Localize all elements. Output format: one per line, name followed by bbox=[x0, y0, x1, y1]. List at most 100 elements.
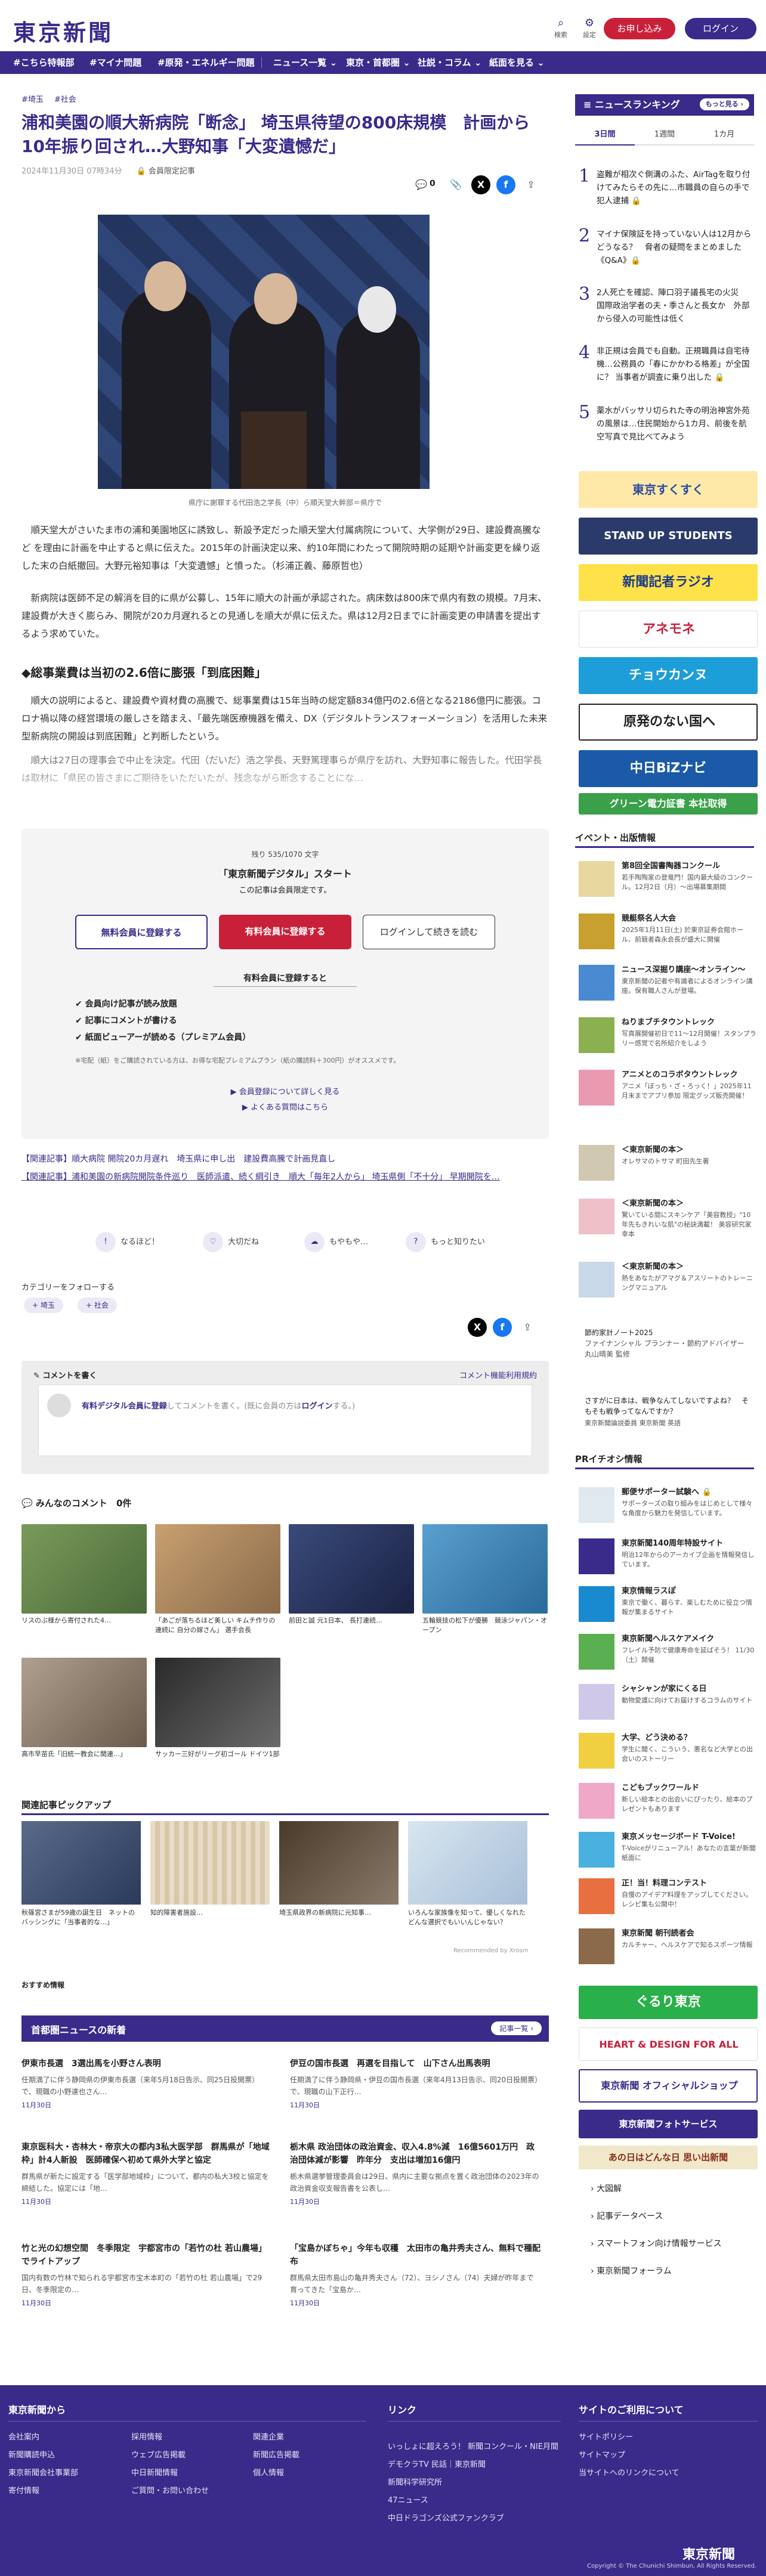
recommend-caption[interactable]: サッカー三好がリーグ初ゴール ドイツ1部 bbox=[155, 1750, 280, 1759]
pr-item[interactable]: 東京新聞140周年特設サイト 明治12年からのアーカイブ企画を情報発信しています。 bbox=[579, 1538, 758, 1577]
recommend-caption[interactable]: 前田と誠 元1日本、 長打連続… bbox=[289, 1616, 414, 1626]
banner-sukusuku[interactable]: 東京すくすく bbox=[579, 471, 758, 508]
footer-link[interactable]: 会社案内 bbox=[8, 2431, 39, 2442]
search-button[interactable]: ⌕ 検索 bbox=[549, 17, 573, 43]
nav-item[interactable]: ニュース一覧 ⌄ bbox=[268, 51, 342, 74]
recommend-thumb[interactable] bbox=[21, 1658, 147, 1747]
related-link[interactable]: 【関連記事】順大病院 開院20カ月遅れ 埼玉県に申し出 建設費高騰で計画見直し bbox=[21, 1151, 549, 1168]
side-nav-link[interactable]: › 大図解 bbox=[591, 2182, 622, 2194]
ranking-tab[interactable]: 3日間 bbox=[575, 124, 635, 145]
banner-gururi[interactable]: ぐるり東京 bbox=[579, 1986, 758, 2019]
side-nav-link[interactable]: › 東京新聞フォーラム bbox=[591, 2265, 672, 2277]
nav-item[interactable]: #こちら特報部 bbox=[8, 51, 79, 74]
comment-icon[interactable]: 💬 bbox=[412, 175, 431, 194]
share-icon[interactable]: ⇪ bbox=[518, 1318, 537, 1337]
banner-chokan[interactable]: チョウカンヌ bbox=[579, 657, 758, 694]
login-button[interactable]: ログイン bbox=[685, 18, 756, 39]
pickup-caption[interactable]: 秋篠宮さまが59歳の誕生日 ネットのバッシングに「当事者的な…」 bbox=[21, 1908, 141, 1927]
comment-input[interactable]: 有料デジタル会員に登録してコメントを書く。(既に会員の方はログインする。) bbox=[38, 1385, 532, 1456]
banner-standup[interactable]: STAND UP STUDENTS bbox=[579, 518, 758, 555]
pickup-thumb[interactable] bbox=[279, 1821, 399, 1905]
more-articles-button[interactable]: 記事一覧 › bbox=[491, 2021, 542, 2035]
ranking-item[interactable]: 4 非正規は会員でも自動。正規職員は自宅待機…公務員の「春にかかわる格差」が全国に… bbox=[575, 342, 754, 390]
event-item[interactable]: ねりまブチタウントレック 写真展開催初日で11〜12月開催！スタンプラリー感覚で名… bbox=[579, 1017, 758, 1059]
footer-link[interactable]: 寄付情報 bbox=[8, 2484, 39, 2496]
footer-logo[interactable]: 東京新聞 bbox=[682, 2544, 735, 2563]
paid-register-link[interactable]: 有料デジタル会員に登録 bbox=[82, 1402, 167, 1411]
free-register-button[interactable]: 無料会員に登録する bbox=[75, 915, 208, 949]
ranking-item[interactable]: 1 盗難が相次ぐ側溝のふた、AirTagを取り付けてみたらその先に…市職員の自らの… bbox=[575, 166, 754, 213]
settings-button[interactable]: ⚙ 設定 bbox=[577, 17, 601, 43]
side-link[interactable]: さすがに日本は、戦争なんてしないですよね？ そもそも戦争ってなんですか？ bbox=[585, 1395, 752, 1417]
member-info-link[interactable]: ▶ 会員登録について詳しく見る bbox=[21, 1085, 549, 1097]
clip-icon[interactable]: 📎 bbox=[446, 175, 465, 194]
footer-link[interactable]: 新聞購読申込 bbox=[8, 2448, 55, 2460]
nav-item[interactable]: #マイナ問題 bbox=[85, 51, 146, 74]
ranking-tab[interactable]: 1週間 bbox=[635, 124, 694, 145]
news-item[interactable]: 栃木県 政治団体の政治資金、収入4.8%減 16億5601万円 政治団体減が影響… bbox=[290, 2141, 540, 2206]
subscribe-button[interactable]: お申し込み bbox=[604, 18, 675, 39]
banner-heart-design[interactable]: HEART & DESIGN FOR ALL bbox=[579, 2027, 758, 2061]
ranking-tab[interactable]: 1カ月 bbox=[694, 124, 754, 145]
news-item[interactable]: 竹と光の幻想空間 冬季限定 宇都宮市の「若竹の杜 若山農場」でライトアップ 国内有… bbox=[21, 2242, 272, 2308]
footer-link[interactable]: 関連企業 bbox=[253, 2431, 284, 2442]
pr-item[interactable]: シャシャンが家にくる日 動物愛護に向けてお届けするコラムのサイト bbox=[579, 1684, 758, 1722]
footer-link[interactable]: 東京新聞会社事業部 bbox=[8, 2466, 78, 2478]
reaction-button[interactable]: ☁ もやもや… bbox=[304, 1232, 368, 1252]
follow-tag[interactable]: + 社会 bbox=[78, 1298, 117, 1313]
reaction-button[interactable]: ♡ 大切だね bbox=[203, 1232, 259, 1252]
banner-shop[interactable]: 東京新聞 オフィシャルショップ bbox=[579, 2069, 758, 2103]
login-continue-button[interactable]: ログインして続きを読む bbox=[363, 915, 495, 949]
recommend-caption[interactable]: リスのぶ様から寄付された4… bbox=[21, 1616, 147, 1626]
recommend-thumb[interactable] bbox=[155, 1658, 280, 1747]
news-item[interactable]: 伊豆の国市長選 再選を目指して 山下さん出馬表明 任期満了に伴う静岡県・伊豆の国市… bbox=[290, 2057, 540, 2110]
footer-link[interactable]: 中日新聞情報 bbox=[131, 2466, 178, 2478]
ranking-more-button[interactable]: もっと見る › bbox=[699, 98, 749, 110]
site-logo[interactable]: 東京新聞 bbox=[13, 14, 113, 47]
pickup-caption[interactable]: 知的障害者施設… bbox=[150, 1908, 270, 1918]
book-item[interactable]: ＜東京新聞の本＞ 驚いている間にスキンケア「美容教授」"10年先もきれいな肌"の秘… bbox=[579, 1199, 758, 1246]
footer-link[interactable]: 中日ドラゴンズ公式ファンクラブ bbox=[388, 2512, 504, 2523]
book-item[interactable]: ＜東京新聞の本＞ 熱をあなたがアマグ＆アスリートのトレーニングマニュアル bbox=[579, 1262, 758, 1309]
banner-green[interactable]: グリーン電力証書 本社取得 bbox=[579, 793, 758, 815]
footer-link[interactable]: デモクラTV 民話｜東京新聞 bbox=[388, 2458, 486, 2469]
footer-link[interactable]: ウェブ広告掲載 bbox=[131, 2448, 186, 2460]
pr-item[interactable]: 郵便サポーター試験へ 🔒 サポーターズの取り組みをはじめとして様々な角度から魅力を… bbox=[579, 1487, 758, 1525]
footer-link[interactable]: 新聞科学研究所 bbox=[388, 2476, 442, 2487]
side-link[interactable]: 節約家計ノート2025 bbox=[585, 1327, 752, 1338]
news-item[interactable]: 「宝島かぼちゃ」今年も収穫 太田市の亀井秀夫さん、無料で種配布 群馬県太田市島山の… bbox=[290, 2242, 540, 2308]
recommend-thumb[interactable] bbox=[155, 1524, 280, 1614]
comment-rules-link[interactable]: コメント機能利用規約 bbox=[459, 1369, 537, 1380]
recommend-thumb[interactable] bbox=[422, 1524, 548, 1614]
share-icon[interactable]: ⇪ bbox=[521, 175, 540, 194]
footer-link[interactable]: 個人情報 bbox=[253, 2466, 284, 2478]
x-share-icon[interactable]: X bbox=[471, 175, 490, 194]
nav-item[interactable]: 社説・コラム ⌄ bbox=[413, 51, 486, 74]
recommend-caption[interactable]: 五輪競技の松下が優勝 競泳ジャパン・オープン bbox=[422, 1616, 548, 1635]
event-item[interactable]: 第8回全国書陶器コンクール 若手陶陶家の登竜門！国内最大級のコンクール。12月2日… bbox=[579, 861, 758, 903]
banner-anemone[interactable]: アネモネ bbox=[579, 611, 758, 648]
related-link[interactable]: 【関連記事】浦和美園の新病院開院条件巡り 医師派遣、続く綱引き 順大「毎年2人か… bbox=[21, 1169, 549, 1185]
nav-item[interactable]: 東京・首都圏 ⌄ bbox=[341, 51, 415, 74]
banner-photo[interactable]: 東京新聞フォトサービス bbox=[579, 2110, 758, 2138]
footer-link[interactable]: 47ニュース bbox=[388, 2494, 428, 2505]
news-item[interactable]: 伊東市長選 3選出馬を小野さん表明 任期満了に伴う静岡県の伊東市長選（来年5月18… bbox=[21, 2057, 272, 2110]
ranking-item[interactable]: 2 マイナ保険証を持っていない人は12月からどうなる？ 脅者の疑問をまとめました《… bbox=[575, 225, 754, 267]
pickup-thumb[interactable] bbox=[408, 1821, 527, 1905]
facebook-share-icon[interactable]: f bbox=[493, 1318, 512, 1337]
nav-item[interactable]: 紙面を見る ⌄ bbox=[484, 51, 549, 74]
book-item[interactable]: ＜東京新聞の本＞ オレサマのトサマ 町田先生著 bbox=[579, 1145, 758, 1181]
follow-tag[interactable]: + 埼玉 bbox=[24, 1298, 63, 1313]
footer-link[interactable]: サイトポリシー bbox=[579, 2431, 633, 2442]
pr-item[interactable]: 東京情報ラスぽ 東京で働く、暮らす、楽しむために役立つ情報が集まるサイト bbox=[579, 1586, 758, 1624]
banner-radio[interactable]: 新聞記者ラジオ bbox=[579, 564, 758, 601]
event-item[interactable]: ニュース深掘り講座〜オンライン〜 東京新聞の記者や有識者によるオンライン講座。保有… bbox=[579, 965, 758, 1007]
pickup-caption[interactable]: いろんな家族像を知って、優しくなれた どんな選択でもいいんじゃない？ bbox=[408, 1908, 532, 1927]
login-link[interactable]: ログイン bbox=[301, 1402, 332, 1411]
event-item[interactable]: アニメとのコラボタウントレック アニメ「ぼっち・ざ・ろっく！」2025年11月末ま… bbox=[579, 1070, 758, 1117]
side-nav-link[interactable]: › スマートフォン向け情報サービス bbox=[591, 2237, 722, 2249]
footer-link[interactable]: 当サイトへのリンクについて bbox=[579, 2466, 679, 2478]
event-item[interactable]: 競艇祭名人大会 2025年1月11日(土) 於東京証券会館ホール、前競者森永会長が… bbox=[579, 914, 758, 955]
reaction-button[interactable]: ? もっと知りたい bbox=[406, 1232, 485, 1252]
side-nav-link[interactable]: › 記事データベース bbox=[591, 2210, 663, 2222]
